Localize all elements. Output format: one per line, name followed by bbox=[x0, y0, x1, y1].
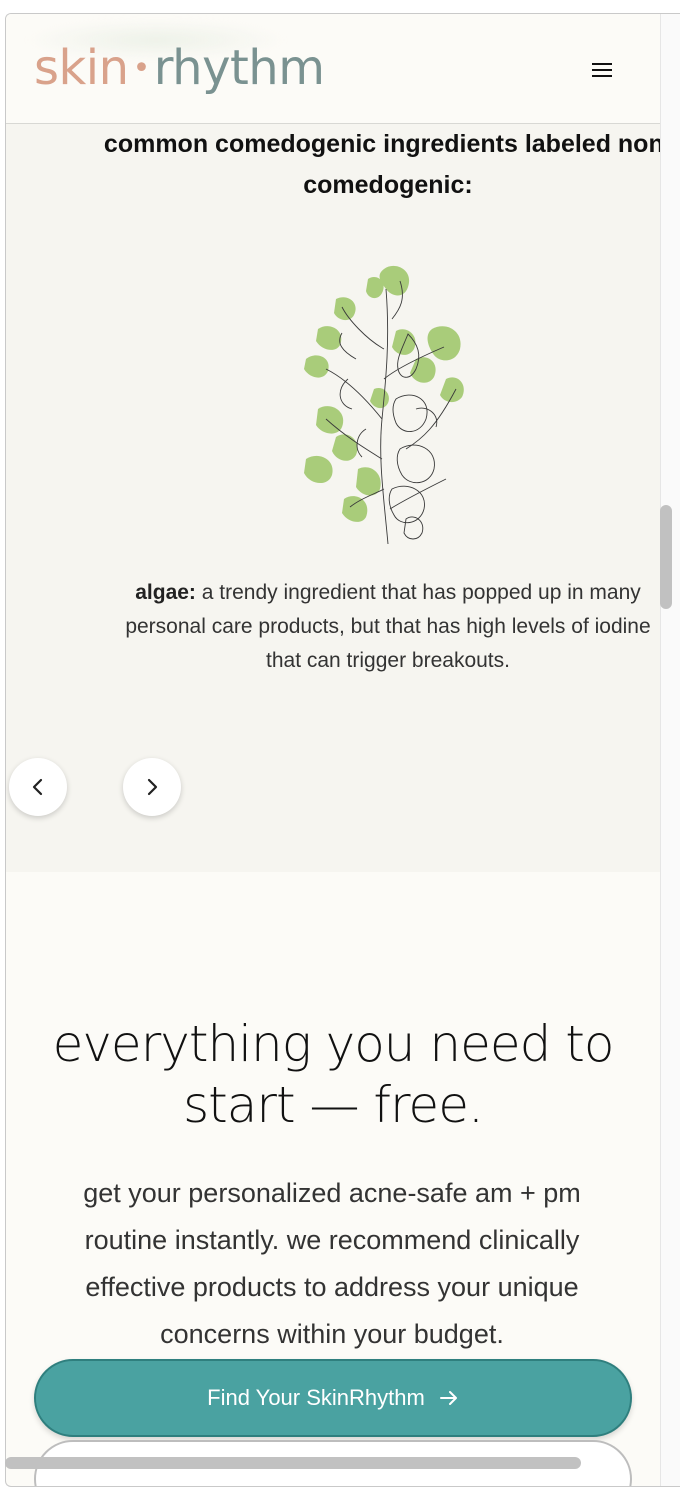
free-body-line2: routine instantly. we recommend clinical… bbox=[84, 1225, 580, 1255]
carousel-next-button[interactable] bbox=[123, 758, 181, 816]
logo-skin-text: skin bbox=[34, 40, 129, 96]
cta-label: Find Your SkinRhythm bbox=[207, 1385, 425, 1410]
free-section-body: get your personalized acne-safe am + pm … bbox=[32, 1170, 632, 1358]
chevron-right-icon bbox=[147, 778, 158, 796]
logo-rhythm-text: rhythm bbox=[153, 40, 325, 96]
slide-description: algae: a trendy ingredient that has popp… bbox=[68, 576, 660, 678]
menu-bar bbox=[592, 69, 612, 71]
horizontal-scrollbar-thumb[interactable] bbox=[5, 1457, 581, 1469]
free-title-line2: start — free. bbox=[183, 1076, 484, 1134]
scrollbar-track bbox=[660, 14, 680, 1486]
hamburger-menu-icon[interactable] bbox=[586, 54, 618, 86]
slide-heading: common comedogenic ingredients labeled n… bbox=[68, 124, 660, 206]
site-logo[interactable]: skin •rhythm bbox=[34, 40, 325, 97]
logo-dot: • bbox=[132, 51, 151, 86]
free-body-line1: get your personalized acne-safe am + pm bbox=[83, 1178, 581, 1208]
algae-plant-illustration bbox=[304, 265, 464, 545]
find-your-skinrhythm-button[interactable]: Find Your SkinRhythm bbox=[34, 1359, 632, 1437]
free-body-line3: effective products to address your uniqu… bbox=[85, 1272, 579, 1302]
arrow-right-icon bbox=[439, 1391, 457, 1405]
free-title-line1: everything you need to bbox=[52, 1015, 615, 1073]
browser-viewport: skin •rhythm common comedogenic ingredien… bbox=[5, 13, 680, 1487]
vertical-scrollbar-thumb[interactable] bbox=[660, 505, 672, 609]
slide-text-line1-rest: a trendy ingredient that has popped up i… bbox=[195, 581, 641, 604]
chevron-left-icon bbox=[32, 778, 43, 796]
menu-bar bbox=[592, 75, 612, 77]
site-header: skin •rhythm bbox=[6, 14, 660, 124]
ingredient-carousel: common comedogenic ingredients labeled n… bbox=[6, 124, 660, 872]
free-section-title: everything you need to start — free. bbox=[6, 1014, 660, 1136]
slide-text-line3: that can trigger breakouts. bbox=[266, 649, 510, 672]
carousel-prev-button[interactable] bbox=[9, 758, 67, 816]
free-body-line4: concerns within your budget. bbox=[160, 1319, 504, 1349]
slide-text-line1: algae: a trendy ingredient that has popp… bbox=[68, 576, 660, 610]
ingredient-term: algae: bbox=[135, 581, 196, 604]
menu-bar bbox=[592, 63, 612, 65]
slide-heading-line2: comedogenic: bbox=[303, 171, 473, 199]
slide-heading-line1: common comedogenic ingredients labeled n… bbox=[103, 130, 660, 158]
slide-text-line2: personal care products, but that has hig… bbox=[125, 615, 651, 638]
